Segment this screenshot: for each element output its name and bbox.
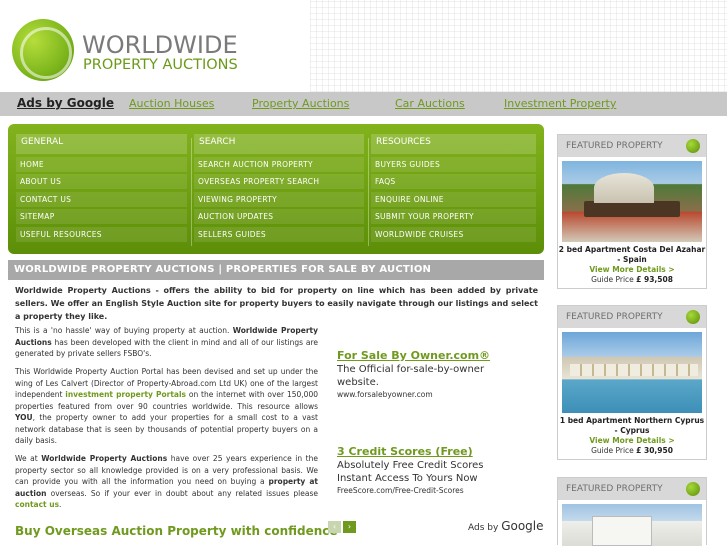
- main-navigation: GENERAL HOME ABOUT US CONTACT US SITEMAP…: [8, 124, 544, 254]
- ad-line: Instant Access To Yours Now: [337, 473, 478, 484]
- ad-url[interactable]: FreeScore.com/Free-Credit-Scores: [337, 485, 537, 496]
- ad-line: Absolutely Free Credit Scores: [337, 460, 484, 471]
- nav-column-search: SEARCH SEARCH AUCTION PROPERTY OVERSEAS …: [194, 134, 364, 242]
- nav-item-about-us[interactable]: ABOUT US: [16, 174, 187, 189]
- ad-url[interactable]: www.forsalebyowner.com: [337, 389, 537, 400]
- ad-link-auction-houses[interactable]: Auction Houses: [129, 97, 214, 110]
- nav-item-sitemap[interactable]: SITEMAP: [16, 209, 187, 224]
- nav-item-submit-your-property[interactable]: SUBMIT YOUR PROPERTY: [371, 209, 536, 224]
- property-photo[interactable]: [562, 161, 702, 242]
- ad-link-property-auctions[interactable]: Property Auctions: [252, 97, 349, 110]
- investment-property-portals-link[interactable]: investment property Portals: [65, 390, 186, 399]
- ad-line: The Official for-sale-by-owner: [337, 364, 485, 375]
- nav-item-viewing-property[interactable]: VIEWING PROPERTY: [194, 191, 364, 207]
- nav-divider: [191, 138, 192, 246]
- paragraph-1: This is a 'no hassle' way of buying prop…: [15, 326, 319, 358]
- nav-heading-general: GENERAL: [16, 134, 187, 154]
- nav-item-useful-resources[interactable]: USEFUL RESOURCES: [16, 226, 187, 242]
- view-more-details-link[interactable]: View More Details >: [558, 265, 706, 275]
- ad-link-car-auctions[interactable]: Car Auctions: [395, 97, 465, 110]
- nav-item-faqs[interactable]: FAQS: [371, 174, 536, 189]
- text-ad-1[interactable]: For Sale By Owner.com® The Official for-…: [337, 349, 537, 400]
- ad-link-investment-property[interactable]: Investment Property: [504, 97, 616, 110]
- featured-heading: FEATURED PROPERTY: [558, 135, 706, 157]
- property-photo[interactable]: [562, 504, 702, 546]
- nav-divider: [368, 138, 369, 246]
- nav-item-enquire-online[interactable]: ENQUIRE ONLINE: [371, 191, 536, 207]
- featured-title[interactable]: 1 bed Apartment Northern Cyprus - Cyprus: [558, 416, 706, 436]
- featured-property-card[interactable]: FEATURED PROPERTY: [557, 477, 707, 546]
- featured-bullet-icon: [686, 139, 700, 153]
- page-title: WORLDWIDE PROPERTY AUCTIONS | PROPERTIES…: [8, 260, 544, 280]
- nav-heading-resources: RESOURCES: [371, 134, 536, 154]
- next-ads-arrow-icon[interactable]: ›: [343, 521, 356, 533]
- paragraph-2: This Worldwide Property Auction Portal h…: [15, 367, 318, 445]
- nav-item-home[interactable]: HOME: [16, 156, 187, 172]
- ad-title[interactable]: 3 Credit Scores (Free): [337, 445, 537, 459]
- featured-heading: FEATURED PROPERTY: [558, 306, 706, 328]
- prev-ads-arrow-icon[interactable]: ‹: [328, 521, 341, 533]
- logo-icon[interactable]: [12, 19, 74, 81]
- ads-by-google-link[interactable]: Ads by Google: [17, 96, 114, 110]
- ad-title[interactable]: For Sale By Owner.com®: [337, 349, 537, 363]
- header: WORLDWIDE PROPERTY AUCTIONS: [0, 0, 727, 92]
- logo-line1[interactable]: WORLDWIDE: [82, 31, 238, 59]
- nav-item-buyers-guides[interactable]: BUYERS GUIDES: [371, 156, 536, 172]
- world-map-decoration: [310, 0, 727, 92]
- logo-line2[interactable]: PROPERTY AUCTIONS: [83, 57, 238, 73]
- ads-by-google-label[interactable]: Ads by Google: [468, 519, 544, 533]
- guide-price: Guide Price £ 30,950: [591, 446, 673, 455]
- nav-column-general: GENERAL HOME ABOUT US CONTACT US SITEMAP…: [16, 134, 187, 242]
- featured-property-card[interactable]: FEATURED PROPERTY 2 bed Apartment Costa …: [557, 134, 707, 289]
- featured-property-card[interactable]: FEATURED PROPERTY 1 bed Apartment Northe…: [557, 305, 707, 460]
- ad-links-bar: Ads by Google Auction Houses Property Au…: [0, 92, 727, 116]
- nav-heading-search: SEARCH: [194, 134, 364, 154]
- nav-item-sellers-guides[interactable]: SELLERS GUIDES: [194, 226, 364, 242]
- nav-item-worldwide-cruises[interactable]: WORLDWIDE CRUISES: [371, 226, 536, 242]
- contact-us-link[interactable]: contact us: [15, 500, 59, 509]
- ad-line: website.: [337, 377, 379, 388]
- nav-item-overseas-property-search[interactable]: OVERSEAS PROPERTY SEARCH: [194, 174, 364, 189]
- guide-price: Guide Price £ 93,508: [591, 275, 673, 284]
- paragraph-3: We at Worldwide Property Auctions have o…: [15, 454, 319, 509]
- nav-item-auction-updates[interactable]: AUCTION UPDATES: [194, 209, 364, 224]
- nav-item-search-auction-property[interactable]: SEARCH AUCTION PROPERTY: [194, 156, 364, 172]
- featured-title[interactable]: 2 bed Apartment Costa Del Azahar - Spain: [558, 245, 706, 265]
- featured-bullet-icon: [686, 310, 700, 324]
- property-photo[interactable]: [562, 332, 702, 413]
- bottom-heading: Buy Overseas Auction Property with confi…: [15, 524, 338, 538]
- text-ad-2[interactable]: 3 Credit Scores (Free) Absolutely Free C…: [337, 445, 537, 496]
- nav-item-contact-us[interactable]: CONTACT US: [16, 191, 187, 207]
- intro-text: Worldwide Property Auctions - offers the…: [15, 286, 538, 321]
- featured-heading: FEATURED PROPERTY: [558, 478, 706, 500]
- view-more-details-link[interactable]: View More Details >: [558, 436, 706, 446]
- nav-column-resources: RESOURCES BUYERS GUIDES FAQS ENQUIRE ONL…: [371, 134, 536, 242]
- featured-bullet-icon: [686, 482, 700, 496]
